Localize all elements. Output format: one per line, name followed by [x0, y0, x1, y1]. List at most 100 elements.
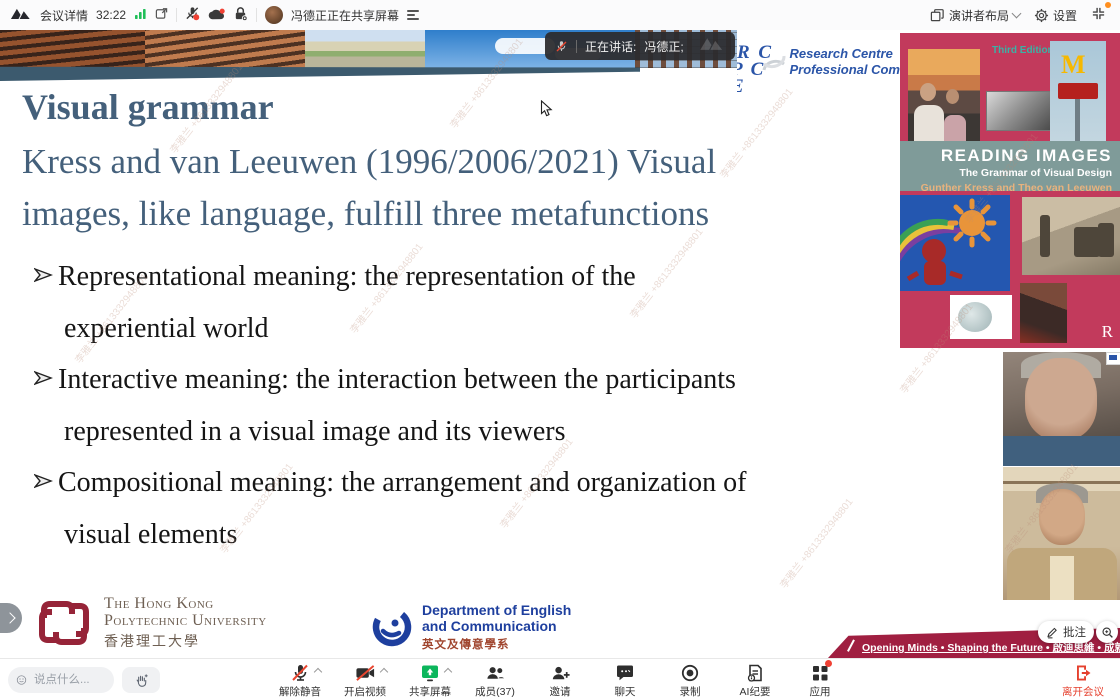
toolbar-center-cluster: 解除静音 开启视频 共享屏幕 成员(37) 邀请 聊天 [276, 662, 844, 699]
mic-muted-status-icon[interactable] [185, 6, 200, 24]
settings-button[interactable]: 设置 [1034, 7, 1077, 24]
book-photo-soldiers [1022, 197, 1120, 275]
members-label: 成员(37) [475, 684, 515, 699]
ai-minutes-icon [745, 663, 765, 683]
apps-button[interactable]: 应用 [796, 662, 844, 699]
exit-fullscreen-button[interactable] [1091, 6, 1106, 24]
video-options-chevron[interactable] [379, 668, 387, 676]
chat-icon [615, 663, 635, 683]
building-photo [305, 30, 425, 68]
chat-button[interactable]: 聊天 [601, 662, 649, 699]
meeting-toolbar: 解除静音 开启视频 共享屏幕 成员(37) 邀请 聊天 [0, 658, 1120, 700]
layout-icon [930, 8, 945, 23]
unmute-button[interactable]: 解除静音 [276, 662, 324, 699]
slide-fragment [1106, 352, 1120, 365]
dept-name: Department of English and Communication … [422, 602, 571, 652]
leave-meeting-label: 离开会议 [1062, 684, 1104, 699]
sign-pole [1075, 99, 1080, 141]
invite-button[interactable]: 邀请 [536, 662, 584, 699]
author-portrait-kress [1003, 352, 1120, 466]
leave-meeting-icon [1073, 663, 1093, 683]
bullet-compositional: Compositional meaning: the arrangement a… [34, 457, 746, 560]
mcdonalds-sign [1058, 83, 1098, 99]
invite-icon [550, 663, 571, 683]
meeting-app-logo-icon [10, 6, 32, 24]
mic-slash-icon [290, 663, 310, 683]
polyu-logo-block: The Hong Kong Polytechnic University 香港理… [36, 595, 267, 651]
slide-bullet-list: Representational meaning: the representa… [34, 251, 746, 560]
book-photo-diagram [950, 295, 1012, 339]
unmute-label: 解除静音 [279, 684, 321, 699]
book-photo-mcdonalds: M [1050, 41, 1106, 141]
slide-header-ribbon [0, 66, 640, 81]
chat-text-field[interactable] [32, 673, 106, 687]
share-screen-button[interactable]: 共享屏幕 [406, 662, 454, 699]
bullet-interactive: Interactive meaning: the interaction bet… [34, 354, 746, 457]
annotate-label: 批注 [1063, 624, 1086, 640]
bullet-arrow-icon [34, 265, 54, 285]
shrink-icon [1091, 6, 1106, 21]
topbar-divider [256, 8, 257, 22]
record-icon [680, 663, 700, 683]
meeting-details-button[interactable]: 会议详情 [40, 7, 88, 24]
cloud-recording-status-icon[interactable] [208, 7, 225, 24]
sharing-list-icon[interactable] [407, 10, 419, 20]
polyu-emblem-icon [36, 598, 92, 648]
presenter-avatar [265, 6, 283, 24]
golden-arches-icon: M [1061, 55, 1086, 75]
book-photo-child-drawing [900, 195, 1010, 291]
routledge-logo: R [1102, 322, 1113, 342]
dept-logo-block: Department of English and Communication … [372, 602, 571, 652]
share-options-chevron[interactable] [444, 668, 452, 676]
building-photo [145, 30, 305, 68]
topbar-divider [176, 8, 177, 22]
camera-slash-icon [355, 663, 376, 683]
reading-images-book-cover: Third Edition M READING IMAGES The Gramm… [900, 33, 1120, 348]
emoji-icon[interactable] [16, 673, 27, 687]
open-external-icon[interactable] [155, 7, 168, 23]
record-button[interactable]: 录制 [666, 662, 714, 699]
polyu-name: The Hong Kong Polytechnic University 香港理… [104, 595, 267, 651]
book-authors: Gunther Kress and Theo van Leeuwen [900, 182, 1112, 194]
zoom-in-button[interactable] [1096, 621, 1118, 643]
mic-options-chevron[interactable] [314, 668, 322, 676]
chevron-right-icon [4, 612, 15, 623]
quick-chat-input[interactable] [8, 667, 114, 693]
shared-screen-stage: R C P C E Research Centre Professional C… [0, 30, 1120, 658]
security-lock-icon[interactable] [233, 6, 248, 24]
invite-label: 邀请 [550, 684, 571, 699]
mic-muted-icon [555, 40, 568, 53]
author-portrait-van-leeuwen [1003, 467, 1120, 600]
layout-button[interactable]: 演讲者布局 [930, 7, 1020, 24]
magnifier-plus-icon [1101, 626, 1114, 639]
mouse-cursor [540, 100, 554, 123]
share-screen-label: 共享屏幕 [409, 684, 451, 699]
leave-meeting-button[interactable]: 离开会议 [1062, 662, 1104, 699]
chat-label: 聊天 [615, 684, 636, 699]
raise-hand-button[interactable] [122, 667, 160, 693]
bullet-representational: Representational meaning: the representa… [34, 251, 746, 354]
start-video-button[interactable]: 开启视频 [341, 662, 389, 699]
topbar-left-cluster: 会议详情 32:22 冯德正正在共享屏幕 [0, 6, 419, 24]
book-photo-bw [986, 91, 1052, 131]
rcpce-swoosh-icon [761, 48, 787, 78]
ai-minutes-label: AI纪要 [740, 684, 771, 699]
slide-subtitle: Kress and van Leeuwen (1996/2006/2021) V… [22, 136, 716, 240]
watermark-logo-icon [699, 35, 725, 57]
meeting-topbar: 会议详情 32:22 冯德正正在共享屏幕 [0, 0, 1120, 31]
members-button[interactable]: 成员(37) [471, 662, 519, 699]
rcpce-logo: R C P C E Research Centre Professional C… [737, 38, 900, 94]
annotate-button[interactable]: 批注 [1038, 621, 1094, 643]
members-icon [485, 663, 506, 683]
layout-button-label: 演讲者布局 [949, 7, 1009, 24]
toast-divider [576, 40, 577, 53]
apps-label: 应用 [810, 684, 831, 699]
gear-icon [1034, 8, 1049, 23]
book-photo-selfie [908, 49, 980, 141]
slide-title: Visual grammar [22, 86, 274, 128]
rcpce-name: Research Centre Professional Com [789, 46, 900, 94]
side-panel-expand-tab[interactable] [0, 603, 22, 633]
settings-button-label: 设置 [1053, 7, 1077, 24]
chevron-down-icon [1012, 9, 1022, 19]
ai-minutes-button[interactable]: AI纪要 [731, 662, 779, 699]
